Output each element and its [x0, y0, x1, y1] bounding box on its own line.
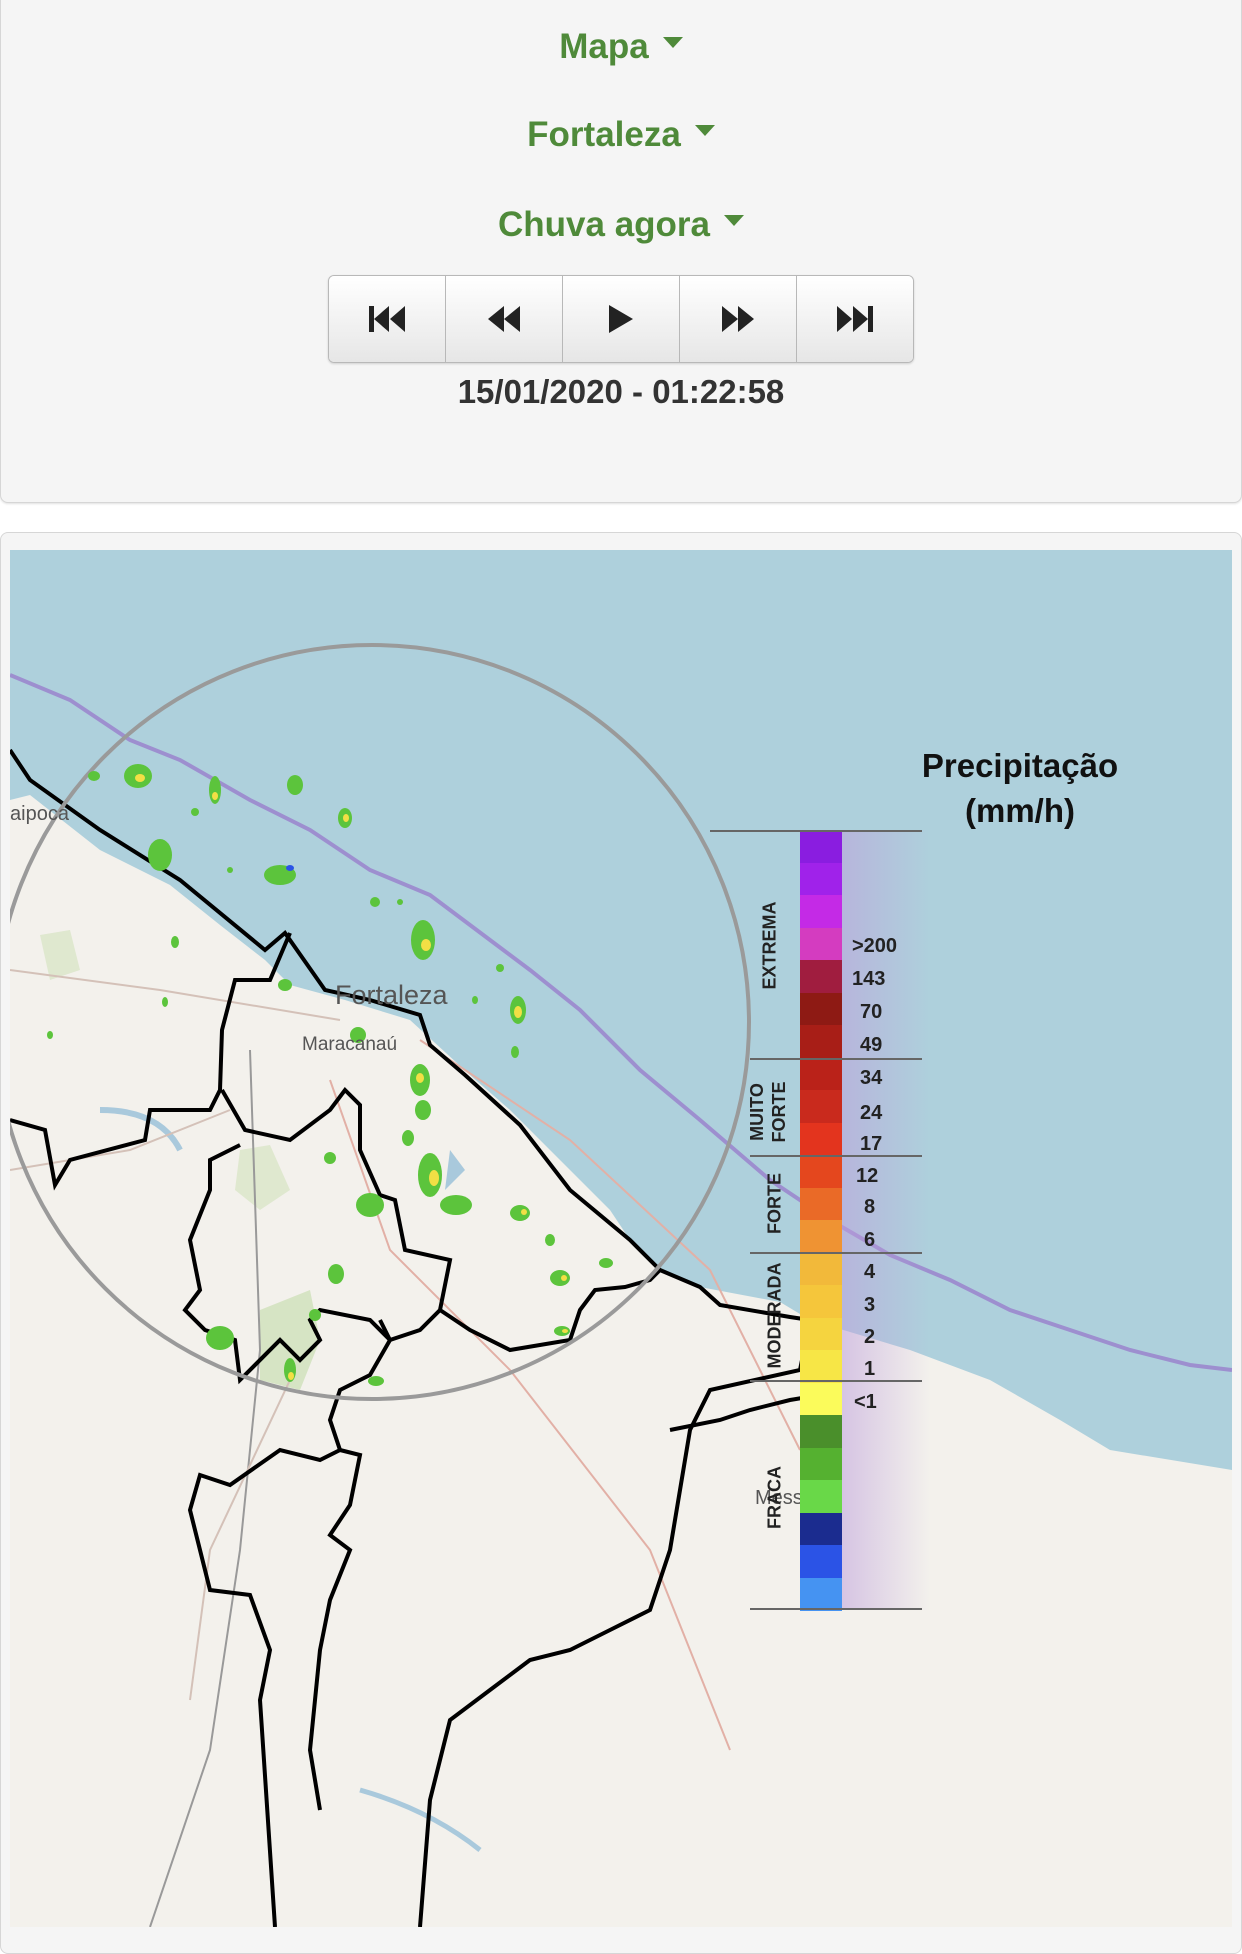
legend-title-line2: (mm/h): [965, 792, 1075, 829]
skip-first-button[interactable]: [329, 276, 446, 362]
legend-color-swatch: [800, 1382, 842, 1416]
controls-panel: [0, 0, 1242, 503]
city-label-paraipoca: aipoca: [10, 803, 69, 825]
legend-value: 2: [864, 1326, 876, 1348]
frame-timestamp: 15/01/2020 - 01:22:58: [457, 373, 785, 410]
legend-value: 17: [860, 1133, 883, 1155]
legend-color-swatch: [800, 1155, 842, 1188]
legend-color-swatch: [800, 1447, 842, 1481]
location-dropdown[interactable]: Fortaleza: [0, 115, 1242, 155]
legend-value: 8: [864, 1196, 876, 1218]
legend-value: >200: [852, 935, 898, 957]
rewind-button[interactable]: [446, 276, 563, 362]
legend-color-swatch: [800, 1252, 842, 1286]
city-label-fortaleza: Fortaleza: [335, 980, 448, 1010]
legend-cat-fraca: FRACA: [764, 1466, 785, 1529]
legend-color-swatch: [800, 1415, 842, 1448]
legend-divider: [750, 1608, 922, 1610]
legend-color-swatch: [800, 1122, 842, 1156]
legend-color-swatch: [800, 992, 842, 1026]
legend-cat-extrema: EXTREMA: [759, 901, 780, 990]
legend-cat-moderada: MODERADA: [764, 1262, 785, 1369]
skip-last-button[interactable]: [797, 276, 913, 362]
legend-color-swatch: [800, 862, 842, 896]
legend-divider: [710, 830, 922, 832]
legend-color-swatch: [800, 1480, 842, 1513]
legend-divider: [750, 1155, 922, 1157]
legend-title: Precipitação (mm/h): [890, 743, 1150, 833]
location-dropdown-label: Fortaleza: [527, 115, 681, 154]
legend-value: 70: [860, 1001, 883, 1023]
legend-divider: [750, 1380, 922, 1382]
legend-value: 24: [860, 1102, 883, 1124]
legend-value: 1: [864, 1358, 876, 1380]
rewind-icon: [488, 306, 520, 332]
legend-color-bar: [800, 830, 842, 1611]
legend-value: 49: [860, 1034, 883, 1056]
legend-cat-muito: MUITO: [747, 1083, 767, 1141]
legend-color-swatch: [800, 927, 842, 961]
legend-cat-muito-forte: MUITO FORTE: [746, 1072, 790, 1152]
play-button[interactable]: [563, 276, 680, 362]
legend-color-swatch: [800, 960, 842, 993]
legend-color-swatch: [800, 1187, 842, 1221]
legend-value: 143: [852, 968, 886, 990]
legend-color-swatch: [800, 1350, 842, 1383]
product-dropdown[interactable]: Chuva agora: [0, 205, 1242, 245]
legend-color-swatch: [800, 1057, 842, 1091]
land-area: [10, 795, 1232, 1927]
fast-forward-button[interactable]: [680, 276, 797, 362]
legend-color-swatch: [800, 1220, 842, 1253]
legend-divider: [750, 1252, 922, 1254]
caret-down-icon: [724, 215, 744, 227]
legend-color-swatch: [800, 1317, 842, 1351]
radar-map[interactable]: aipoca Fortaleza Maracanaú Mess Precipit…: [10, 550, 1232, 1927]
legend-value: 12: [856, 1165, 879, 1187]
legend-cat-forte: FORTE: [764, 1173, 785, 1234]
view-dropdown-label: Mapa: [559, 27, 649, 66]
legend-value: 34: [860, 1067, 883, 1089]
legend-value: 3: [864, 1294, 876, 1316]
product-dropdown-label: Chuva agora: [498, 205, 710, 244]
skip-last-icon: [837, 306, 873, 332]
legend-color-swatch: [800, 1545, 842, 1578]
legend-color-swatch: [800, 1090, 842, 1123]
legend-color-swatch: [800, 830, 842, 863]
legend-color-swatch: [800, 1025, 842, 1058]
fast-forward-icon: [722, 306, 754, 332]
legend-value: <1: [854, 1391, 877, 1413]
legend-title-line1: Precipitação: [921, 747, 1119, 784]
animation-player: [328, 275, 914, 363]
caret-down-icon: [694, 125, 715, 137]
caret-down-icon: [662, 37, 683, 49]
view-dropdown[interactable]: Mapa: [0, 27, 1242, 67]
legend-color-swatch: [800, 1285, 842, 1318]
city-label-maracanau: Maracanaú: [302, 1034, 398, 1055]
skip-first-icon: [369, 306, 405, 332]
legend-color-swatch: [800, 1577, 842, 1611]
play-icon: [609, 305, 633, 333]
legend-value: 4: [864, 1261, 876, 1283]
legend-color-swatch: [800, 1512, 842, 1546]
legend-color-swatch: [800, 895, 842, 928]
legend-cat-forte-muito: FORTE: [769, 1081, 789, 1143]
legend-divider: [750, 1058, 922, 1060]
legend-value: 6: [864, 1229, 876, 1251]
